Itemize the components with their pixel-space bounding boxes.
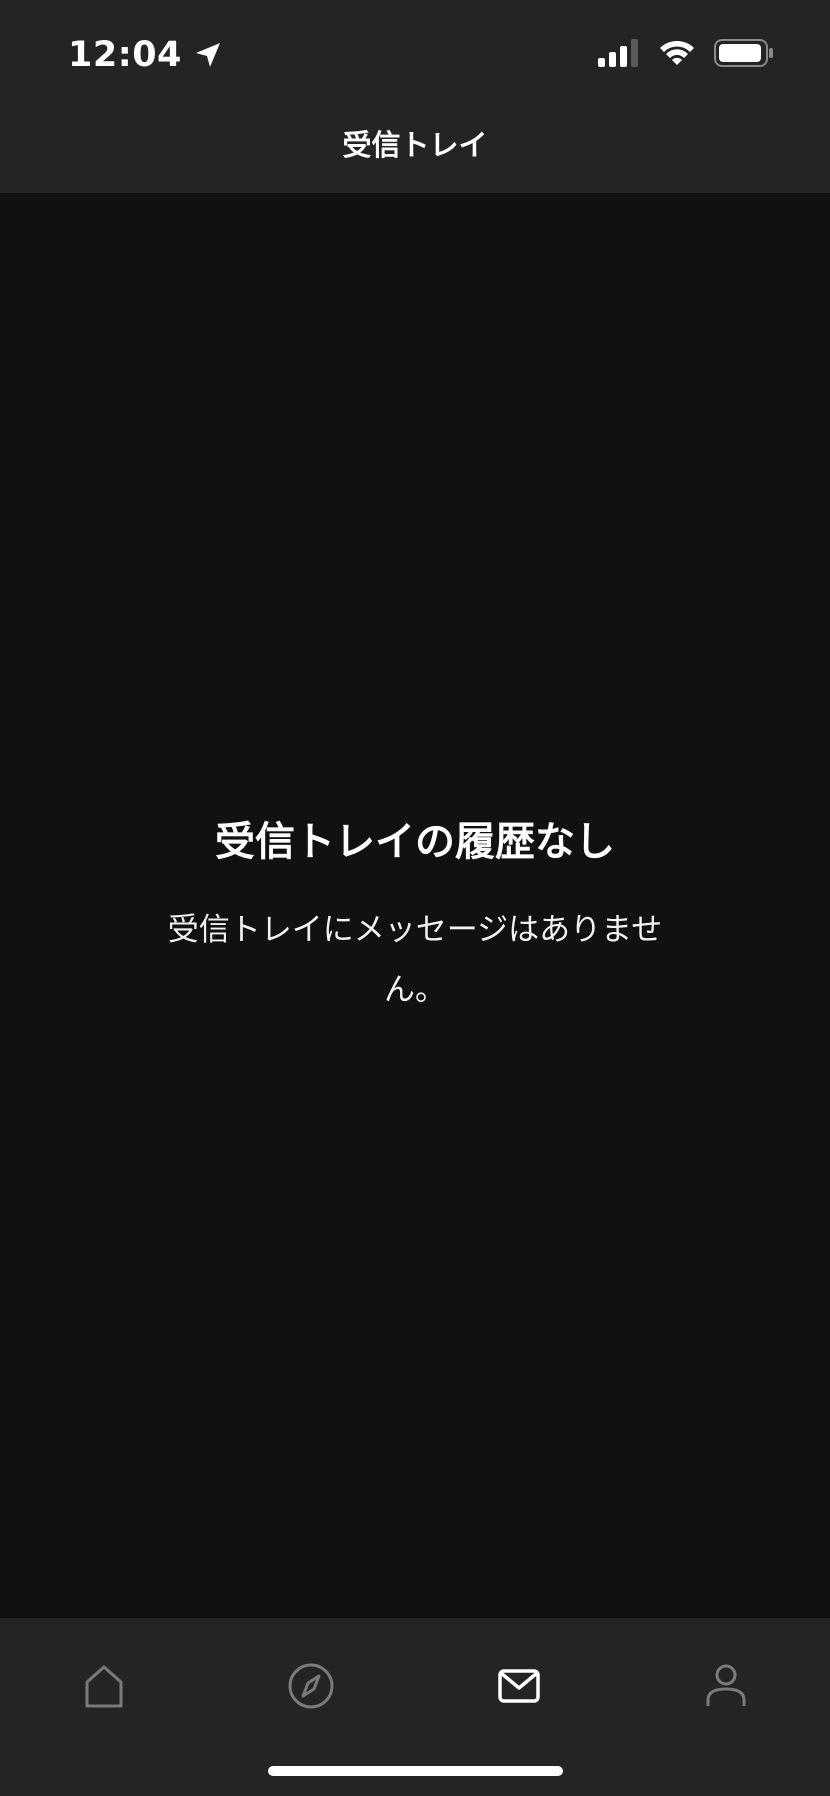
home-indicator xyxy=(268,1766,563,1776)
home-icon xyxy=(82,1664,126,1708)
mail-icon xyxy=(498,1669,540,1703)
status-bar: 12:04 xyxy=(0,0,830,110)
tab-home[interactable] xyxy=(44,1646,164,1726)
tab-explore[interactable] xyxy=(251,1646,371,1726)
location-arrow-icon xyxy=(192,39,224,71)
status-icons xyxy=(598,38,774,72)
cellular-signal-icon xyxy=(598,39,640,71)
compass-icon xyxy=(287,1662,335,1710)
tab-profile[interactable] xyxy=(666,1646,786,1726)
page-title: 受信トレイ xyxy=(342,128,488,162)
top-bar: 12:04 受信トレイ xyxy=(0,0,830,193)
time-group: 12:04 xyxy=(68,32,224,78)
wifi-icon xyxy=(658,39,696,71)
profile-icon xyxy=(705,1664,747,1708)
tab-inbox[interactable] xyxy=(459,1646,579,1726)
status-time: 12:04 xyxy=(68,35,182,75)
empty-state: 受信トレイの履歴なし 受信トレイにメッセージはありません。 xyxy=(0,812,830,1020)
empty-state-title: 受信トレイの履歴なし xyxy=(215,819,615,865)
empty-state-description: 受信トレイにメッセージはありません。 xyxy=(167,912,663,1008)
battery-icon xyxy=(714,39,774,71)
